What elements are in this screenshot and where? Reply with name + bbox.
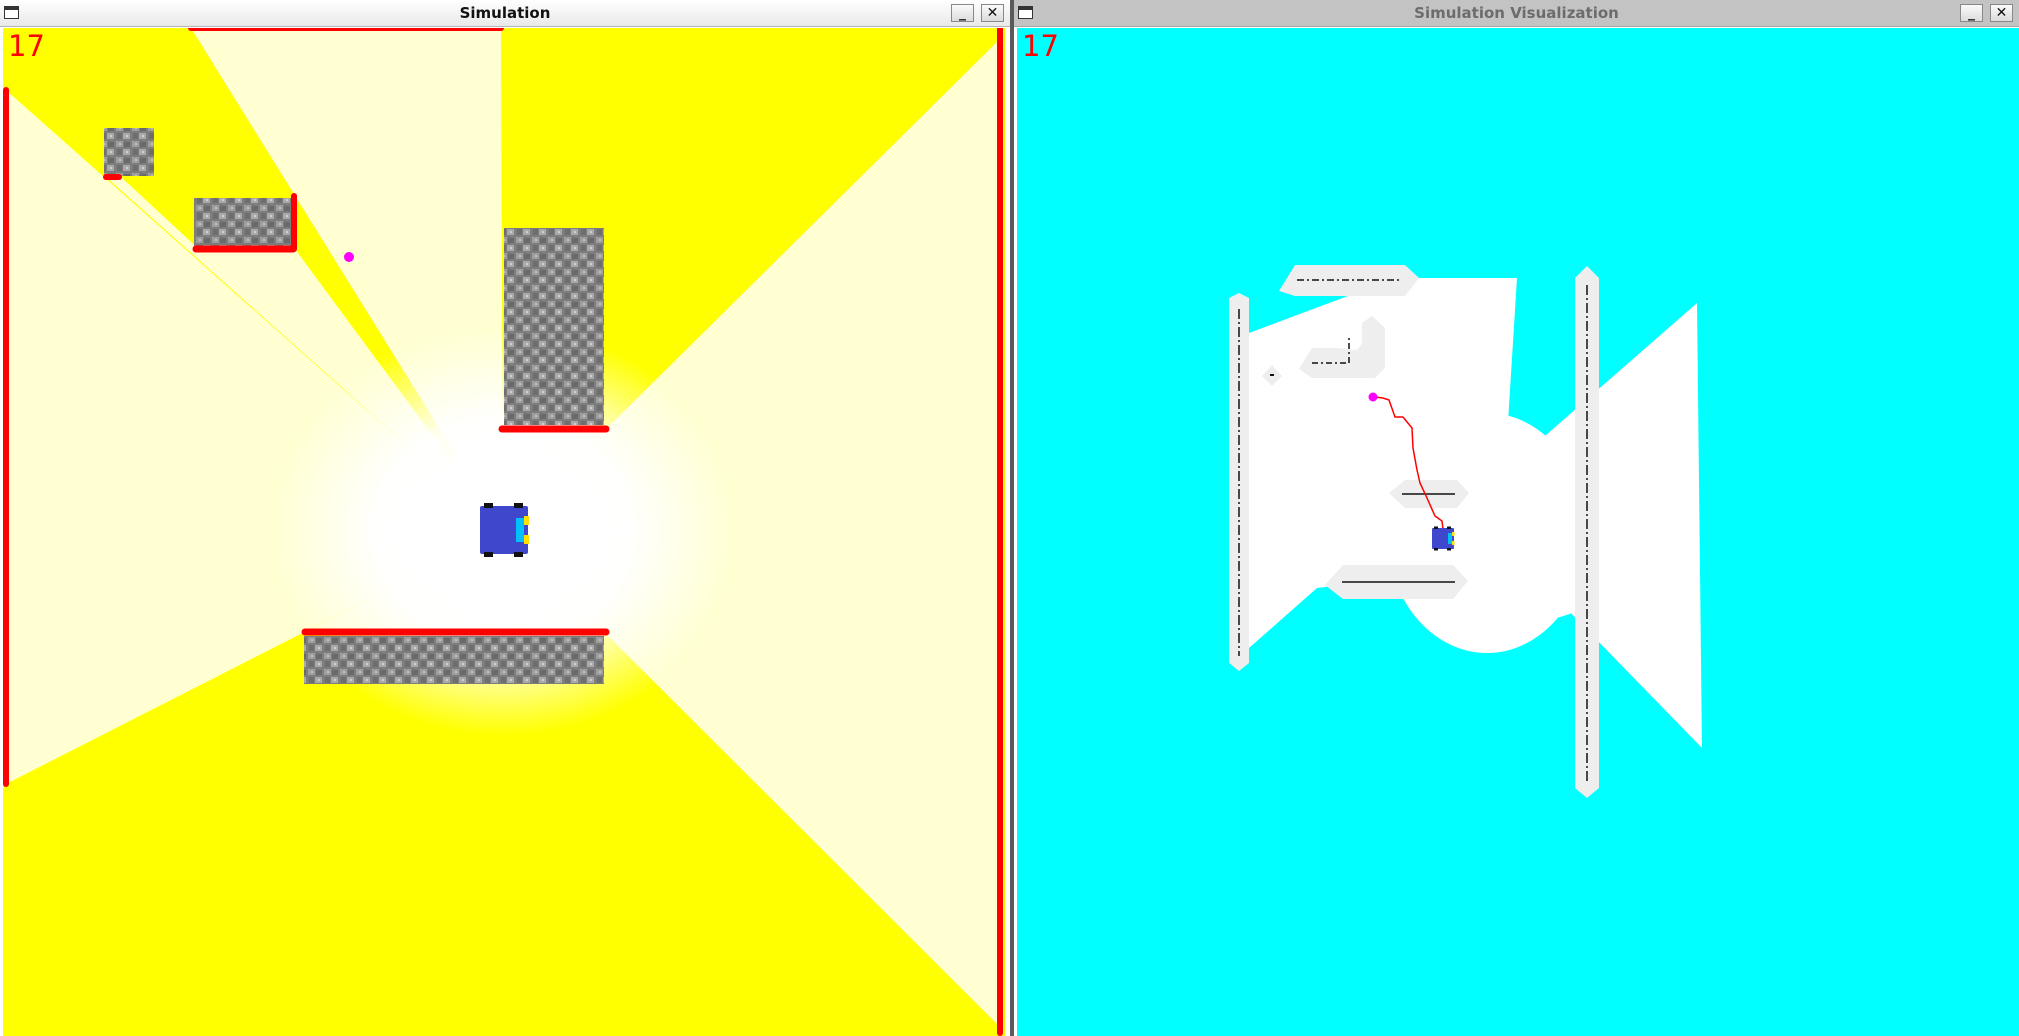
close-button[interactable]: ✕ [1990,4,2013,22]
step-counter: 17 [8,29,45,63]
close-button[interactable]: ✕ [981,4,1004,22]
obstacle-tall [504,228,604,425]
goal-marker-icon [344,252,354,262]
visualization-window: Simulation Visualization _ ✕ 17 [1014,0,2019,1036]
visualization-titlebar[interactable]: Simulation Visualization _ ✕ [1014,0,2019,27]
obstacle-small [104,128,154,176]
close-icon: ✕ [986,5,999,21]
obstacle-upper-left [194,198,295,251]
window-menu-icon[interactable] [4,6,19,19]
minimize-button[interactable]: _ [951,4,974,22]
visualization-scene [1017,28,2019,1036]
minimize-icon: _ [1968,5,1975,21]
visualization-canvas[interactable]: 17 [1017,28,2019,1036]
window-title: Simulation [459,4,551,22]
minimize-button[interactable]: _ [1960,4,1983,22]
simulation-scene [3,25,1005,1036]
robot-icon [480,503,529,557]
robot-icon [1432,526,1455,551]
close-icon: ✕ [1995,5,2008,21]
simulation-canvas[interactable]: 17 [3,25,1005,1036]
obstacle-bottom [304,636,604,684]
window-title: Simulation Visualization [1414,4,1619,22]
step-counter: 17 [1022,29,1059,63]
goal-marker-icon [1368,392,1378,402]
simulation-titlebar[interactable]: Simulation _ ✕ [0,0,1010,27]
simulation-window: Simulation _ ✕ 17 [0,0,1010,1036]
window-menu-icon[interactable] [1018,6,1033,19]
minimize-icon: _ [959,5,966,21]
